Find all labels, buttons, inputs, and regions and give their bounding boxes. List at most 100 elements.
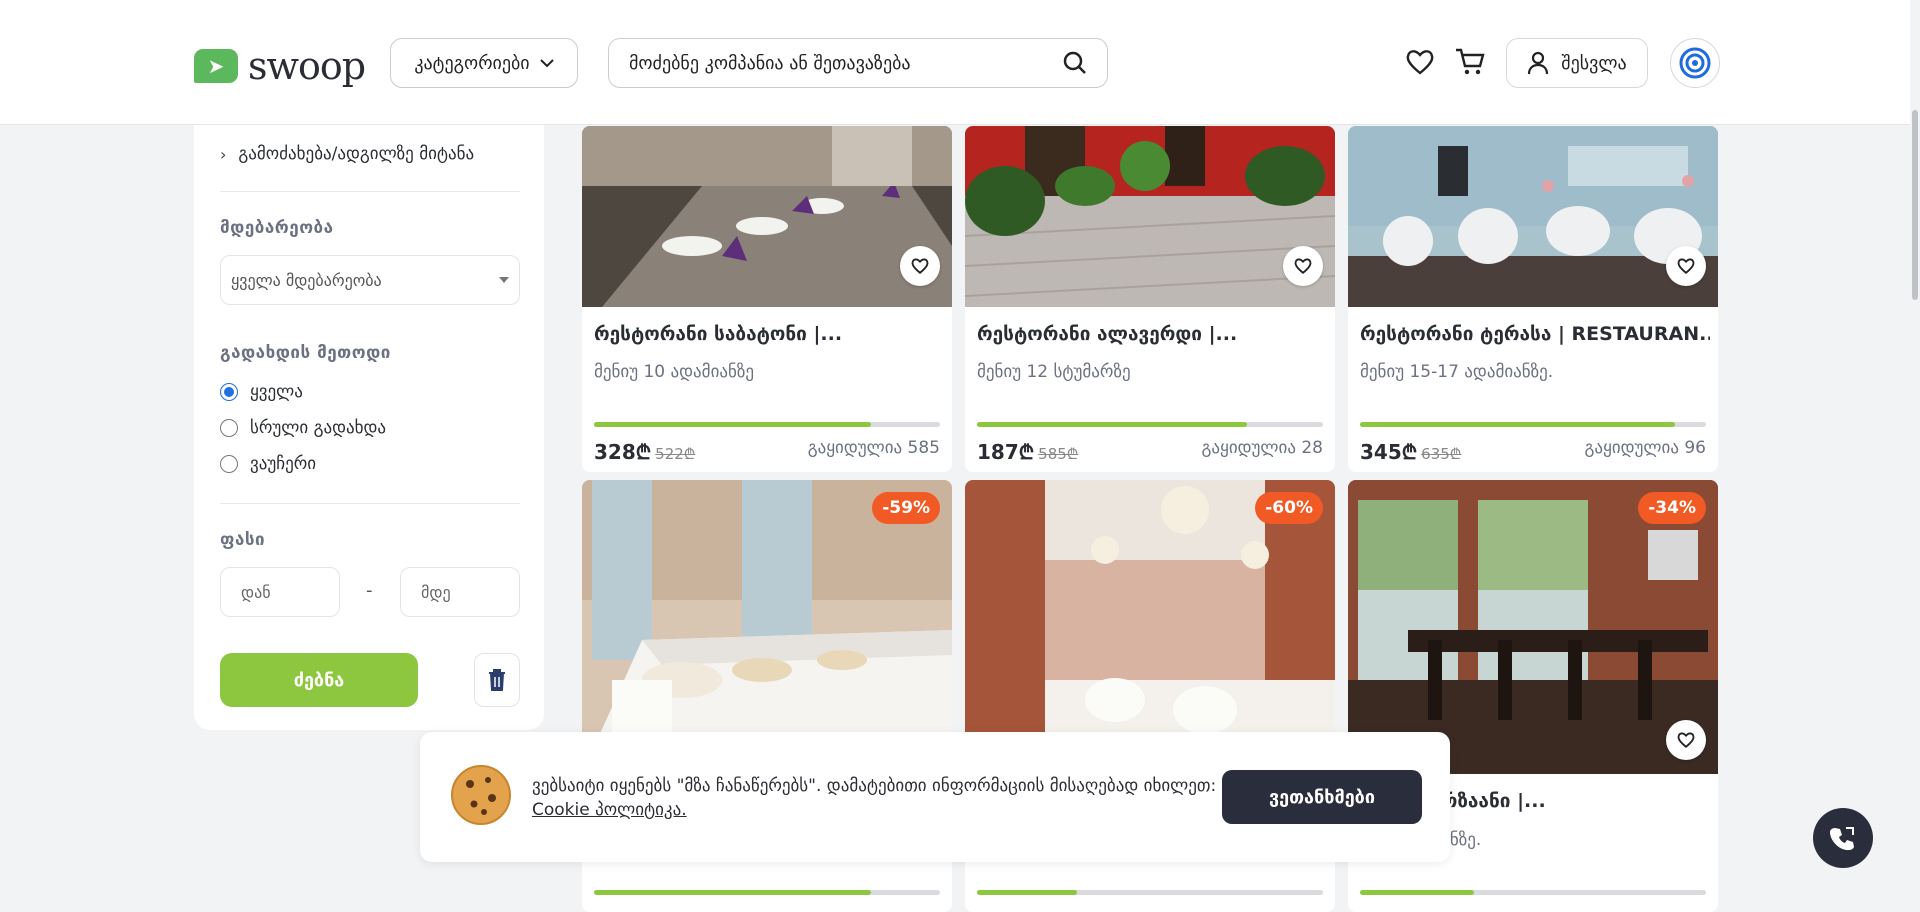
sold-progress-bar [594,890,940,895]
discount-badge: -59% [872,492,940,524]
favorite-button[interactable] [1666,246,1706,286]
user-icon [1528,51,1549,75]
sold-progress-fill [1360,890,1475,895]
trash-icon [489,669,505,691]
cart-icon[interactable] [1452,44,1488,80]
site-header: ➤ swoop კატეგორიები შესვლა [0,0,1920,125]
login-label: შესვლა [1561,52,1627,74]
payment-option-voucher[interactable]: ვაუჩერი [220,454,316,474]
old-price: 522₾ [655,445,696,463]
sold-count: გაყიდულია 96 [1584,438,1706,458]
offer-subtitle: მენიუ 10 ადამიანზე [594,362,755,382]
cookie-policy-link[interactable]: Cookie პოლიტიკა. [532,800,687,820]
divider [220,503,520,504]
price-to-input[interactable]: მდე [400,567,520,617]
offer-subtitle: მენიუ 15-17 ადამიანზე. [1360,362,1554,382]
offer-card[interactable]: რესტორანი ალავერდი |... მენიუ 12 სტუმარზ… [965,126,1335,472]
filter-sidebar: › გამოძახება/ადგილზე მიტანა მდებარეობა ყ… [194,100,544,730]
discount-badge: -60% [1255,492,1323,524]
cookie-icon [450,764,512,830]
offer-image[interactable]: -60% [965,480,1335,774]
heart-icon [1294,258,1312,274]
chevron-down-icon [539,59,554,68]
categories-button[interactable]: კატეგორიები [390,38,578,88]
heart-icon [911,258,929,274]
radio-button[interactable] [220,455,238,473]
location-select[interactable]: ყველა მდებარეობა [220,255,520,305]
sold-count: გაყიდულია 585 [807,438,940,458]
clear-filters-button[interactable] [474,653,520,707]
offer-card[interactable]: რესტორანი საბატონი |... მენიუ 10 ადამიან… [582,126,952,472]
payment-option-full[interactable]: სრული გადახდა [220,418,386,438]
location-title: მდებარეობა [220,218,334,238]
heart-icon[interactable] [1402,44,1438,80]
target-icon [1679,47,1711,79]
cookie-agree-button[interactable]: ვეთანხმები [1222,770,1422,824]
search-icon[interactable] [1063,51,1087,75]
caret-down-icon [499,277,509,283]
sold-progress-bar [594,422,940,427]
cookie-banner: ვებსაიტი იყენებს "მზა ჩანაწერებს". დამატ… [420,732,1450,862]
offer-price: 187₾ 585₾ [977,440,1079,464]
sold-count: გაყიდულია 28 [1201,438,1323,458]
logo-text: swoop [248,44,366,88]
sold-progress-fill [1360,422,1675,427]
search-box [608,38,1108,88]
offer-image[interactable] [582,126,952,307]
offer-subtitle: მენიუ 12 სტუმარზე [977,362,1131,382]
sold-progress-fill [977,890,1078,895]
sold-progress-bar [977,890,1323,895]
favorite-button[interactable] [1666,720,1706,760]
location-select-value: ყველა მდებარეობა [231,270,382,290]
search-input[interactable] [629,52,1063,74]
offer-title[interactable]: რესტორანი ტერასა | RESTAURAN... [1360,323,1710,345]
offer-card[interactable]: რესტორანი ტერასა | RESTAURAN... მენიუ 15… [1348,126,1718,472]
scrollbar[interactable] [1910,0,1920,912]
price-range-dash: - [366,580,373,601]
offer-image[interactable]: -34% [1348,480,1718,774]
price-from-placeholder: დან [241,582,271,602]
sold-progress-fill [594,422,871,427]
old-price: 635₾ [1421,445,1462,463]
offer-image[interactable] [965,126,1335,307]
cookie-message: ვებსაიტი იყენებს "მზა ჩანაწერებს". დამატ… [532,776,1217,820]
chevron-right-icon: › [220,144,227,164]
offer-title[interactable]: რესტორანი საბატონი |... [594,323,944,345]
payment-option-all[interactable]: ყველა [220,382,303,402]
sold-progress-bar [1360,422,1706,427]
favorite-button[interactable] [900,246,940,286]
filter-search-button[interactable]: ძებნა [220,653,418,707]
offer-image[interactable] [1348,126,1718,307]
categories-label: კატეგორიები [414,52,530,74]
scrollbar-thumb[interactable] [1912,110,1918,300]
payment-option-label: ვაუჩერი [250,454,317,474]
price-from-input[interactable]: დან [220,567,340,617]
phone-icon [1830,827,1854,851]
offer-price: 328₾ 522₾ [594,440,696,464]
price-to-placeholder: მდე [421,582,451,602]
favorite-button[interactable] [1283,246,1323,286]
login-button[interactable]: შესვლა [1506,38,1648,88]
offer-price: 345₾ 635₾ [1360,440,1462,464]
price-title: ფასი [220,530,266,550]
divider [220,191,520,192]
payment-option-label: ყველა [250,382,303,402]
old-price: 585₾ [1038,445,1079,463]
sold-progress-bar [977,422,1323,427]
sidebar-item-label: გამოძახება/ადგილზე მიტანა [238,144,475,164]
radio-button[interactable] [220,383,238,401]
offer-title[interactable]: რესტორანი ალავერდი |... [977,323,1327,345]
sold-progress-fill [594,890,871,895]
discount-badge: -34% [1638,492,1706,524]
payment-method-title: გადახდის მეთოდი [220,343,391,363]
sidebar-item-delivery[interactable]: › გამოძახება/ადგილზე მიტანა [220,144,474,164]
accessibility-button[interactable] [1670,38,1720,88]
offer-image[interactable]: -59% [582,480,952,774]
call-button[interactable] [1813,808,1873,868]
logo-arrow-icon: ➤ [194,49,238,83]
sold-progress-bar [1360,890,1706,895]
radio-button[interactable] [220,419,238,437]
logo[interactable]: ➤ swoop [194,44,366,88]
sold-progress-fill [977,422,1247,427]
payment-option-label: სრული გადახდა [250,418,387,438]
